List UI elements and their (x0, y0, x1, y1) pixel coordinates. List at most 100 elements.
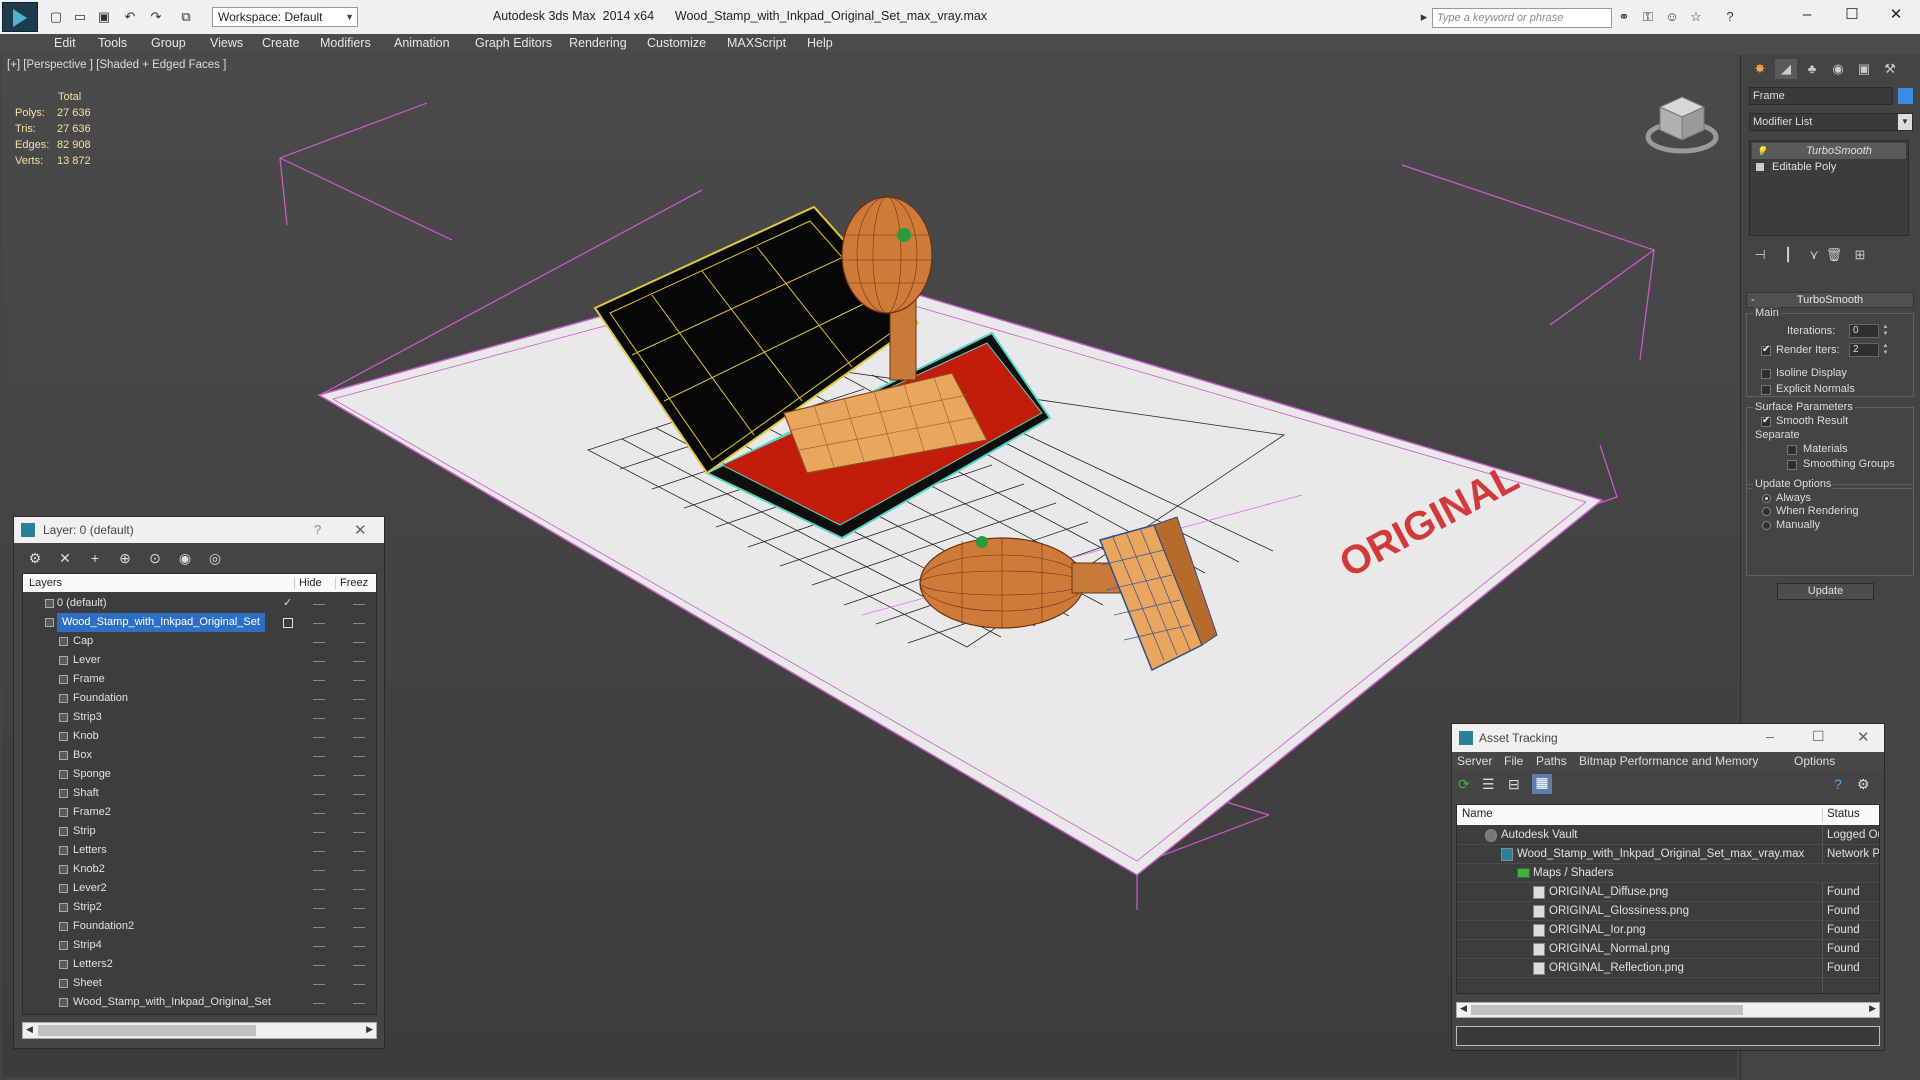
freeze-toggle[interactable] (353, 965, 365, 966)
asset-list-horizontal-scrollbar[interactable]: ◀ ▶ (1456, 1002, 1880, 1018)
help-button[interactable]: ? (314, 522, 321, 537)
column-header-name[interactable]: Name (1462, 808, 1493, 820)
isoline-display-checkbox[interactable] (1761, 369, 1771, 379)
hide-toggle[interactable] (313, 889, 325, 890)
freeze-toggle[interactable] (353, 851, 365, 852)
close-button[interactable]: ✕ (354, 521, 367, 539)
minimize-button[interactable]: – (1766, 728, 1774, 744)
freeze-toggle[interactable] (353, 832, 365, 833)
refresh-icon[interactable]: ⟳ (1458, 776, 1470, 793)
tracking-settings-icon[interactable]: ⚙ (1857, 776, 1870, 793)
motion-tab-icon[interactable]: ◉ (1827, 59, 1849, 79)
freeze-toggle[interactable] (353, 813, 365, 814)
menu-paths[interactable]: Paths (1536, 754, 1567, 768)
viewport-label[interactable]: [+] [Perspective ] [Shaded + Edged Faces… (7, 59, 226, 71)
scrollbar-thumb[interactable] (1471, 1005, 1743, 1015)
hide-toggle[interactable] (313, 737, 325, 738)
layer-row[interactable]: Strip (23, 822, 376, 841)
explicit-normals-checkbox[interactable] (1761, 385, 1771, 395)
utilities-tab-icon[interactable]: ⚒ (1879, 59, 1901, 79)
layer-row[interactable]: Shaft (23, 784, 376, 803)
hierarchy-tab-icon[interactable]: ♣ (1801, 59, 1823, 79)
layer-name[interactable]: Wood_Stamp_with_Inkpad_Original_Set (73, 993, 271, 1012)
hide-toggle[interactable] (313, 604, 325, 605)
hide-toggle[interactable] (313, 699, 325, 700)
menu-customize[interactable]: Customize (647, 36, 706, 52)
layer-row[interactable]: Knob2 (23, 860, 376, 879)
freeze-toggle[interactable] (353, 756, 365, 757)
layer-name[interactable]: Cap (73, 632, 93, 651)
object-name-field[interactable]: Frame (1749, 87, 1893, 105)
pin-stack-icon[interactable]: ⊣ (1749, 245, 1771, 265)
freeze-toggle[interactable] (353, 642, 365, 643)
spinner-arrows-icon[interactable]: ▲ ▼ (1881, 324, 1890, 338)
render-iters-spinner[interactable]: 2 (1849, 343, 1879, 357)
freeze-toggle[interactable] (353, 661, 365, 662)
menu-maxscript[interactable]: MAXScript (727, 36, 786, 52)
column-header-status[interactable]: Status (1822, 808, 1860, 822)
layer-row[interactable]: Foundation2 (23, 917, 376, 936)
freeze-toggle[interactable] (353, 870, 365, 871)
freeze-toggle[interactable] (353, 699, 365, 700)
layer-row[interactable]: Strip2 (23, 898, 376, 917)
menu-create[interactable]: Create (262, 36, 300, 52)
hide-toggle[interactable] (313, 908, 325, 909)
asset-row[interactable]: ORIGINAL_Glossiness.png Found (1457, 902, 1879, 921)
layer-name[interactable]: Sponge (73, 765, 111, 784)
layer-name[interactable]: Strip2 (73, 898, 102, 917)
freeze-toggle[interactable] (353, 737, 365, 738)
menu-server[interactable]: Server (1457, 754, 1492, 768)
freeze-toggle[interactable] (353, 775, 365, 776)
table-view-icon[interactable]: ▦ (1532, 774, 1552, 794)
layer-name[interactable]: Knob (73, 727, 99, 746)
layer-name[interactable]: Box (73, 746, 92, 765)
layer-explorer-titlebar[interactable]: Layer: 0 (default) ? ✕ (14, 517, 384, 543)
create-tab-icon[interactable]: ✸ (1749, 59, 1771, 79)
layer-settings-icon[interactable]: ⚙ (26, 549, 44, 567)
menu-rendering[interactable]: Rendering (569, 36, 627, 52)
layer-name[interactable]: Letters (73, 841, 107, 860)
layer-name[interactable]: Strip3 (73, 708, 102, 727)
scroll-left-icon[interactable]: ◀ (1460, 1003, 1467, 1014)
stack-item-turbosmooth[interactable]: 💡 TurboSmooth (1752, 143, 1906, 159)
update-button[interactable]: Update (1777, 583, 1874, 600)
layer-name[interactable]: Foundation2 (73, 917, 134, 936)
layer-row[interactable]: Strip3 (23, 708, 376, 727)
hide-toggle[interactable] (313, 946, 325, 947)
layer-row[interactable]: Frame (23, 670, 376, 689)
layer-row[interactable]: Frame2 (23, 803, 376, 822)
minimize-button[interactable]: – (1785, 4, 1829, 26)
key-icon[interactable]: ⚿ (1640, 9, 1656, 25)
asset-path-status-field[interactable] (1456, 1026, 1880, 1046)
scrollbar-thumb[interactable] (38, 1025, 256, 1036)
menu-modifiers[interactable]: Modifiers (320, 36, 371, 52)
hide-toggle[interactable] (313, 851, 325, 852)
asset-row[interactable]: ORIGINAL_Normal.png Found (1457, 940, 1879, 959)
smoothing-groups-checkbox[interactable] (1787, 460, 1797, 470)
maximize-button[interactable]: ☐ (1830, 4, 1874, 26)
freeze-toggle[interactable] (353, 718, 365, 719)
layer-row[interactable]: Knob (23, 727, 376, 746)
hide-toggle[interactable] (313, 775, 325, 776)
hide-toggle[interactable] (313, 756, 325, 757)
delete-layer-icon[interactable]: ✕ (56, 549, 74, 567)
layer-name[interactable]: Foundation (73, 689, 128, 708)
menu-options[interactable]: Options (1794, 754, 1835, 768)
layer-row[interactable]: Lever2 (23, 879, 376, 898)
add-layer-icon[interactable]: + (86, 549, 104, 567)
freeze-toggle[interactable] (353, 984, 365, 985)
menu-tools[interactable]: Tools (98, 36, 127, 52)
close-button[interactable]: ✕ (1857, 728, 1870, 746)
layer-name[interactable]: Lever2 (73, 879, 107, 898)
close-window-button[interactable]: ✕ (1874, 4, 1918, 26)
expand-plus-icon[interactable] (1756, 163, 1764, 171)
menu-graph-editors[interactable]: Graph Editors (475, 36, 552, 52)
freeze-toggle[interactable] (353, 946, 365, 947)
layer-row[interactable]: Wood_Stamp_with_Inkpad_Original_Set (23, 613, 376, 632)
show-end-result-icon[interactable]: ┃ (1777, 245, 1799, 265)
display-tab-icon[interactable]: ▣ (1853, 59, 1875, 79)
set-current-layer-icon[interactable] (283, 618, 293, 628)
layer-name[interactable]: Strip4 (73, 936, 102, 955)
layer-name[interactable]: Strip (73, 822, 96, 841)
hide-toggle[interactable] (313, 984, 325, 985)
